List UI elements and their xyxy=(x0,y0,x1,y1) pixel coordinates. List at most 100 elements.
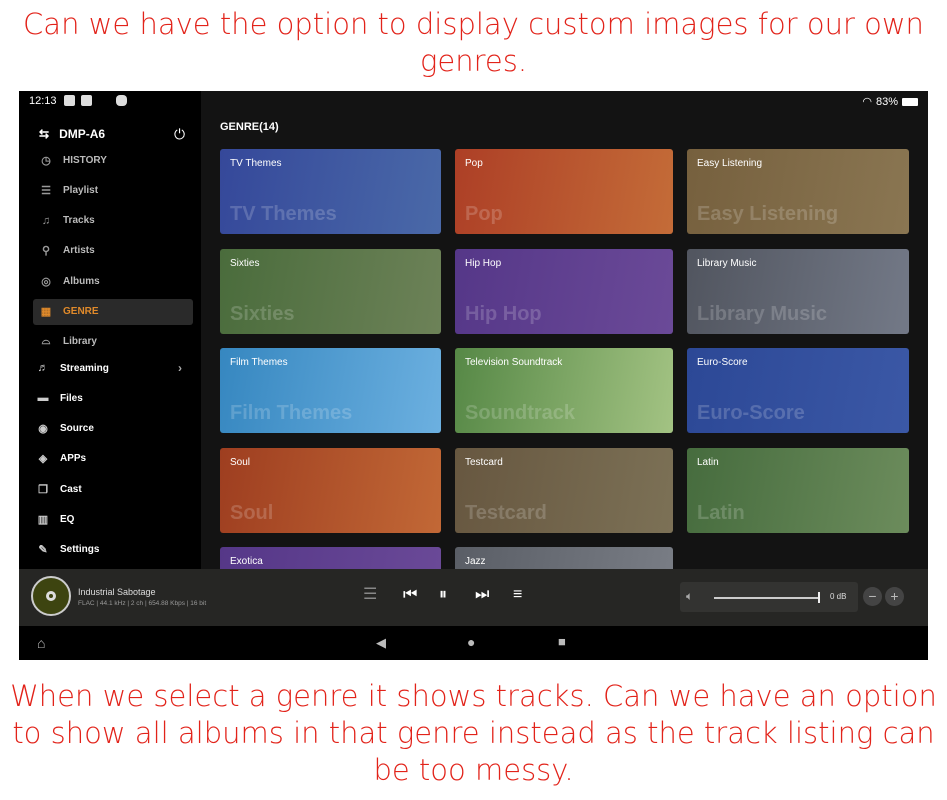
power-button[interactable]: ⏻ xyxy=(174,126,185,143)
genre-label: Jazz xyxy=(465,556,486,567)
queue-icon[interactable]: ☰ xyxy=(363,587,377,603)
genre-label: Exotica xyxy=(230,556,263,567)
battery-level: 83% xyxy=(875,95,898,108)
genre-card[interactable]: Library Music Library Music xyxy=(687,248,909,334)
music-note-icon: ♫ xyxy=(41,214,51,227)
genre-watermark: Easy Listening xyxy=(697,203,839,225)
sidebar-item-albums[interactable]: ◎ Albums xyxy=(33,268,193,294)
album-art[interactable] xyxy=(31,576,71,616)
wifi-icon: ◠ xyxy=(862,96,872,108)
cast-icon: ❐ xyxy=(38,483,48,496)
sidebar-item-playlist[interactable]: ☰ Playlist xyxy=(33,177,193,203)
page-title: GENRE(14) xyxy=(220,121,279,133)
back-button[interactable]: ◀ xyxy=(376,635,386,651)
sidebar-item-tracks[interactable]: ♫ Tracks xyxy=(33,208,193,234)
genre-label: Library Music xyxy=(697,257,757,269)
sidebar-item-label: EQ xyxy=(60,514,75,525)
volume-slider-handle[interactable] xyxy=(818,592,820,603)
microphone-icon: ⚲ xyxy=(41,245,51,258)
genre-watermark: Hip Hop xyxy=(465,302,542,325)
sidebar-item-settings[interactable]: ✎ Settings xyxy=(30,537,190,563)
sidebar-item-label: Playlist xyxy=(63,184,99,196)
volume-up-button[interactable]: + xyxy=(885,587,904,606)
volume-down-button[interactable]: − xyxy=(863,587,882,606)
genre-card[interactable]: Easy Listening Easy Listening xyxy=(687,149,909,234)
genre-watermark: TV Themes xyxy=(230,203,337,225)
genre-watermark: Latin xyxy=(697,501,745,524)
genre-card[interactable]: Sixties Sixties xyxy=(220,248,441,334)
genre-label: Hip Hop xyxy=(465,257,502,269)
genre-label: Pop xyxy=(465,158,483,169)
pause-button[interactable]: ⏸ xyxy=(439,587,447,603)
genre-card[interactable]: Latin Latin xyxy=(687,447,909,533)
sidebar: ⇆ DMP-A6 ⏻ ◷ HISTORY ☰ Playlist ♫ Tracks ⚲ Artis… xyxy=(19,91,201,569)
previous-button[interactable]: ⏮ xyxy=(403,587,417,603)
clock-icon: ◷ xyxy=(41,154,51,167)
sidebar-item-artists[interactable]: ⚲ Artists xyxy=(33,238,193,264)
genre-card[interactable]: Euro-Score Euro-Score xyxy=(687,348,909,433)
genre-card[interactable]: Pop Pop xyxy=(455,149,673,234)
sidebar-item-genre[interactable]: ▦ GENRE xyxy=(33,298,193,325)
wrench-icon: ✎ xyxy=(38,544,48,557)
clock: 12:13 xyxy=(29,95,57,107)
annotation-bottom: When we select a genre it shows tracks. … xyxy=(10,679,937,787)
sidebar-item-label: Library xyxy=(63,336,97,348)
sidebar-item-source[interactable]: ◉ Source xyxy=(30,416,190,442)
sidebar-item-label: GENRE xyxy=(63,306,99,317)
library-icon: ⌓ xyxy=(41,335,51,348)
genre-grid-icon: ▦ xyxy=(40,306,52,318)
sidebar-item-label: Artists xyxy=(63,245,95,257)
volume-slider[interactable] xyxy=(714,597,819,599)
genre-label: Soul xyxy=(230,456,251,468)
sidebar-item-cast[interactable]: ❐ Cast xyxy=(30,476,190,502)
switch-icon: ⇆ xyxy=(39,127,50,141)
genre-card[interactable]: TV Themes TV Themes xyxy=(220,149,441,234)
volume-control: 🔈︎ 0 dB xyxy=(680,582,858,612)
playlist-button[interactable]: ≡ xyxy=(513,587,522,603)
volume-readout: 0 dB xyxy=(830,592,847,601)
chevron-right-icon: › xyxy=(178,361,182,375)
genre-watermark: Soul xyxy=(230,501,274,524)
genre-label: Film Themes xyxy=(230,357,288,368)
sidebar-item-files[interactable]: ▬ Files xyxy=(30,385,190,411)
sidebar-item-label: Cast xyxy=(60,483,82,495)
recents-button[interactable]: ■ xyxy=(558,634,566,649)
device-switcher[interactable]: ⇆ DMP-A6 xyxy=(39,127,105,141)
sidebar-item-history[interactable]: ◷ HISTORY xyxy=(33,147,193,173)
sidebar-item-eq[interactable]: ▥ EQ xyxy=(30,507,190,533)
streaming-icon: ♬ xyxy=(37,362,49,374)
genre-card[interactable]: Testcard Testcard xyxy=(455,447,673,533)
home-button[interactable]: ● xyxy=(467,634,475,650)
speaker-icon[interactable]: 🔈︎ xyxy=(686,589,693,604)
now-playing-bar: Industrial Sabotage FLAC | 44.1 kHz | 2 … xyxy=(19,569,928,626)
genre-watermark: Soundtrack xyxy=(465,402,576,424)
genre-card[interactable]: Film Themes Film Themes xyxy=(220,348,441,433)
battery-icon xyxy=(902,97,918,106)
genre-watermark: Testcard xyxy=(465,501,547,524)
sidebar-item-library[interactable]: ⌓ Library xyxy=(33,329,193,355)
system-nav-bar: ⌂ ◀ ● ■ xyxy=(19,626,928,660)
genre-label: Testcard xyxy=(465,456,503,468)
genre-card[interactable]: Soul Soul xyxy=(220,447,441,533)
genre-card[interactable]: Television Soundtrack Soundtrack xyxy=(455,348,673,433)
genre-watermark: Pop xyxy=(465,203,503,225)
sidebar-item-apps[interactable]: ◈ APPs xyxy=(30,446,190,472)
home-app-icon[interactable]: ⌂ xyxy=(37,635,45,651)
eq-icon: ▥ xyxy=(37,514,49,526)
cube-icon: ◈ xyxy=(38,453,48,466)
genre-watermark: Euro-Score xyxy=(697,402,805,424)
track-title: Industrial Sabotage xyxy=(78,587,156,597)
sidebar-item-label: Settings xyxy=(60,544,100,556)
next-button[interactable]: ⏭ xyxy=(475,587,489,603)
sidebar-item-label: Source xyxy=(60,423,94,435)
genre-watermark: Film Themes xyxy=(230,402,353,424)
app-screen: 12:13 ◠ 83% ⇆ DMP-A6 ⏻ ◷ HISTORY ☰ Playlist ♫ T… xyxy=(19,91,928,660)
genre-label: Latin xyxy=(697,456,719,468)
sidebar-item-label: Tracks xyxy=(63,215,95,227)
genre-card[interactable]: Hip Hop Hip Hop xyxy=(455,248,673,334)
genre-watermark: Sixties xyxy=(230,302,295,325)
status-bar: 12:13 ◠ 83% xyxy=(19,91,928,111)
genre-label: Easy Listening xyxy=(697,158,763,169)
device-name: DMP-A6 xyxy=(59,127,106,141)
sidebar-item-streaming[interactable]: ♬ Streaming › xyxy=(30,355,190,381)
